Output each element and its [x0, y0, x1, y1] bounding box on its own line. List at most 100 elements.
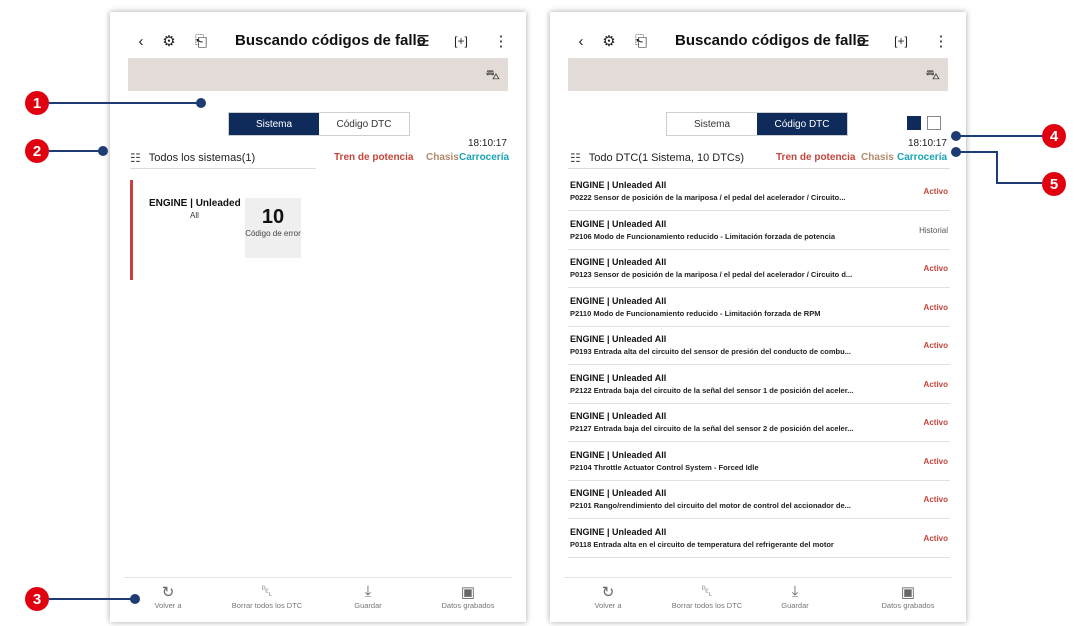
dtc-status: Activo [923, 456, 948, 466]
dtc-system: ENGINE | Unleaded All [570, 334, 667, 344]
dtc-status: Activo [923, 495, 948, 504]
car-diagnostics-icon[interactable]: ⛍ [486, 66, 500, 85]
divider [124, 577, 512, 578]
recorded-data-label: Datos grabados [441, 601, 495, 610]
dtc-row[interactable]: ENGINE | Unleaded All P2104 Throttle Actu… [568, 444, 950, 481]
annotation-dot-5 [951, 147, 961, 157]
save-button[interactable]: ⤓ Guardar [755, 583, 835, 610]
recorded-data-button[interactable]: ▣ Datos grabados [428, 583, 508, 610]
annotation-dot-3 [130, 594, 140, 604]
back-icon[interactable]: ‹ [570, 30, 592, 52]
dtc-row[interactable]: ENGINE | Unleaded All P2122 Entrada baja … [568, 367, 950, 404]
save-button[interactable]: ⤓ Guardar [328, 583, 408, 610]
dtc-description: P2104 Throttle Actuator Control System -… [570, 462, 759, 472]
dtc-status: Activo [923, 302, 948, 312]
bottom-toolbar: ↻ Volver a ␡ Borrar todos los DTC ⤓ Guar… [110, 577, 526, 622]
dtc-description: P2127 Entrada baja del circuito de la se… [570, 424, 854, 433]
category-tren-de-potencia[interactable]: Tren de potencia [334, 152, 413, 163]
page-title: Buscando códigos de fallo [235, 32, 426, 49]
dtc-description: P0118 Entrada alta en el circuito de tem… [570, 539, 834, 549]
filter-icon: ☷ [130, 151, 141, 165]
dtc-system: ENGINE | Unleaded All [570, 449, 667, 460]
view-toggle: Sistema Código DTC [666, 112, 848, 136]
dtc-row[interactable]: ENGINE | Unleaded All P0222 Sensor de pos… [568, 174, 950, 211]
dtc-row[interactable]: ENGINE | Unleaded All P2101 Rango/rendimi… [568, 482, 950, 519]
dtc-row[interactable]: ENGINE | Unleaded All P0193 Entrada alta … [568, 328, 950, 365]
back-icon[interactable]: ‹ [130, 30, 152, 52]
dtc-description: P0123 Sensor de posición de la mariposa … [570, 270, 853, 279]
screenshot-icon[interactable]: [+] [890, 30, 912, 52]
retry-button[interactable]: ↻ Volver a [568, 583, 648, 610]
annotation-leader-5a [956, 151, 998, 153]
vehicle-scan-icon[interactable]: ⚙ [598, 30, 620, 52]
folder-play-icon: ▣ [900, 584, 916, 601]
compact-view-icon[interactable] [927, 116, 941, 130]
report-icon[interactable]: ☰ [852, 30, 874, 52]
tab-codigo-dtc[interactable]: Código DTC [757, 113, 847, 135]
dtc-status: Activo [923, 533, 948, 543]
screenshot-icon[interactable]: [+] [450, 30, 472, 52]
dtc-row[interactable]: ENGINE | Unleaded All P2127 Entrada baja … [568, 405, 950, 442]
dtc-row[interactable]: ENGINE | Unleaded All P0118 Entrada alta … [568, 521, 950, 558]
more-menu-icon[interactable]: ⋮ [490, 30, 512, 52]
list-view-icon[interactable] [907, 116, 921, 130]
view-toggle: Sistema Código DTC [228, 112, 410, 136]
dtc-description: P2101 Rango/rendimiento del circuito del… [570, 501, 851, 510]
tab-sistema[interactable]: Sistema [667, 113, 757, 135]
dtc-filter[interactable]: ☷ Todo DTC(1 Sistema, 10 DTCs) [570, 151, 744, 165]
dtc-row[interactable]: ENGINE | Unleaded All P2110 Modo de Funci… [568, 290, 950, 327]
retry-button[interactable]: ↻ Volver a [128, 583, 208, 610]
dtc-system: ENGINE | Unleaded All [570, 526, 667, 537]
category-chasis[interactable]: Chasis [861, 152, 894, 163]
vehicle-info-bar: ⛍ [128, 58, 508, 91]
refresh-icon: ↻ [601, 584, 615, 601]
scan-time: 18:10:17 [468, 138, 507, 149]
error-count: 10 [261, 206, 285, 228]
filter-icon: ☷ [570, 151, 581, 165]
dtc-status: Activo [923, 418, 948, 427]
system-name: ENGINE | Unleaded [149, 198, 241, 209]
clear-dtc-button[interactable]: ␡ Borrar todos los DTC [227, 583, 307, 610]
dtc-description: P2122 Entrada baja del circuito de la se… [570, 385, 854, 395]
dtc-row[interactable]: ENGINE | Unleaded All P2106 Modo de Funci… [568, 213, 950, 250]
refresh-icon: ↻ [161, 584, 175, 601]
dtc-status: Activo [923, 379, 948, 389]
screenshot-stage: ‹ ⚙ ⎗ Buscando códigos de fallo ☰ [+] ⋮ … [0, 0, 1074, 626]
dtc-description: P0193 Entrada alta del circuito del sens… [570, 347, 851, 356]
folder-play-icon: ▣ [460, 584, 476, 601]
download-icon: ⤓ [791, 583, 799, 600]
vehicle-scan-icon[interactable]: ⚙ [158, 30, 180, 52]
system-subname: All [190, 211, 199, 220]
vehicle-connect-icon[interactable]: ⎗ [630, 30, 652, 52]
more-menu-icon[interactable]: ⋮ [930, 30, 952, 52]
vehicle-connect-icon[interactable]: ⎗ [190, 30, 212, 52]
annotation-leader-4 [956, 135, 1042, 137]
tab-codigo-dtc[interactable]: Código DTC [319, 113, 409, 135]
category-tren-de-potencia[interactable]: Tren de potencia [776, 152, 855, 163]
annotation-leader-5b [996, 151, 998, 184]
trash-icon: ␡ [260, 583, 273, 600]
car-diagnostics-icon[interactable]: ⛍ [926, 66, 940, 85]
dtc-system: ENGINE | Unleaded All [570, 411, 667, 421]
dtc-status: Activo [923, 341, 948, 350]
dtc-description: P2110 Modo de Funcionamiento reducido - … [570, 308, 821, 318]
filter-label: Todo DTC(1 Sistema, 10 DTCs) [588, 152, 745, 164]
clear-dtc-button[interactable]: ␡ Borrar todos los DTC [667, 583, 747, 610]
dtc-row[interactable]: ENGINE | Unleaded All P0123 Sensor de pos… [568, 251, 950, 288]
recorded-data-button[interactable]: ▣ Datos grabados [868, 583, 948, 610]
system-card-engine[interactable]: ENGINE | Unleaded All 10 Código de error [130, 180, 310, 280]
dtc-system: ENGINE | Unleaded All [570, 488, 667, 498]
error-count-box: 10 Código de error [245, 198, 301, 258]
tab-sistema[interactable]: Sistema [229, 113, 319, 135]
trash-icon: ␡ [700, 583, 713, 600]
category-chasis[interactable]: Chasis [426, 152, 459, 163]
system-filter[interactable]: ☷ Todos los sistemas(1) [130, 151, 255, 165]
report-icon[interactable]: ☰ [412, 30, 434, 52]
dtc-system: ENGINE | Unleaded All [570, 180, 667, 190]
category-carroceria[interactable]: Carrocería [897, 152, 947, 163]
filter-label: Todos los sistemas(1) [148, 152, 256, 164]
vehicle-info-bar: ⛍ [568, 58, 948, 91]
category-carroceria[interactable]: Carrocería [459, 152, 509, 163]
dtc-system: ENGINE | Unleaded All [570, 295, 667, 306]
annotation-leader-5c [996, 182, 1042, 184]
